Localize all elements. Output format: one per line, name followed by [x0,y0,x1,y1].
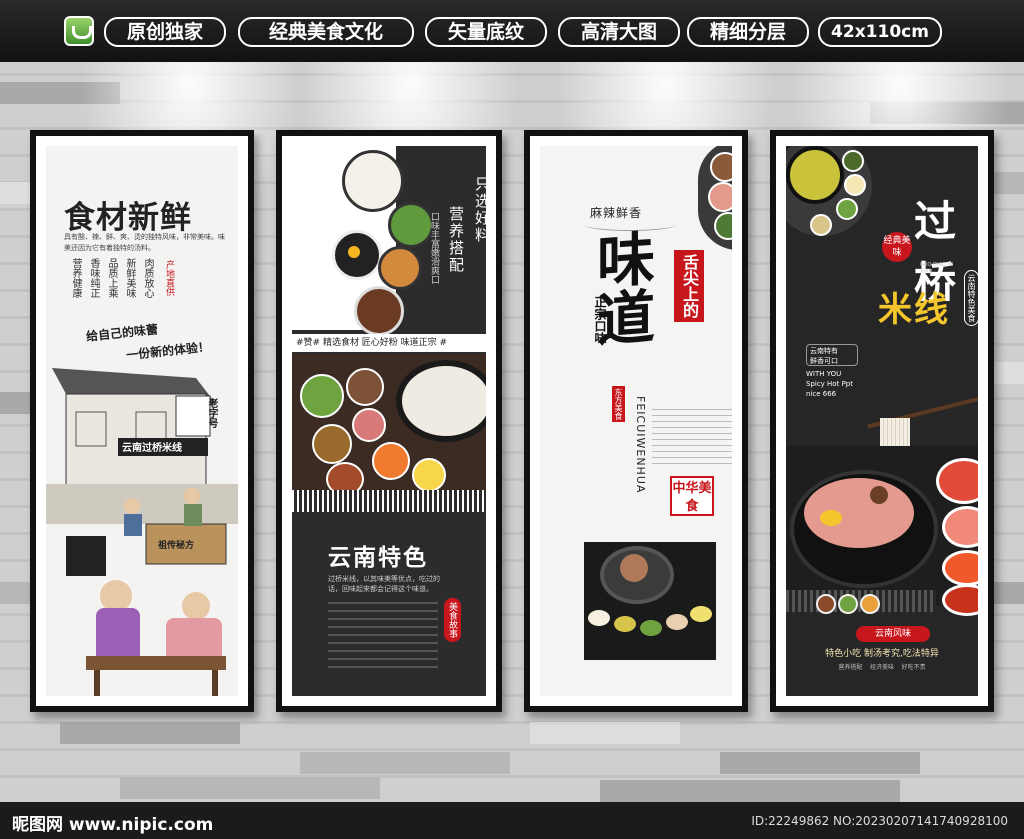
panel4-en1: WITH YOU [806,370,842,378]
panel2-v1: 只选好料 [473,176,486,244]
panel1-col: 品质上乘 [106,258,117,298]
soup-bowl [786,146,844,204]
panel4-pinyin: GUO QIAO MI XIAN [920,262,954,275]
shop-side-sign: 老字号 [206,398,217,428]
tag-original: 原创独家 [104,17,226,47]
panel3-side: 舌尖上的 [674,250,704,322]
panel2-strip: #赞# 精选食材 匠心好粉 味道正宗 # [292,334,486,352]
panel2-tag: 美食故事 [444,598,461,642]
panel1-col: 新鲜美味 [124,258,135,298]
panel3-pinyin: FEICUIWENHUA [634,396,647,494]
top-banner: 原创独家 经典美食文化 矢量底纹 高清大图 精细分层 42x110cm [0,0,1024,62]
poster-yunnan-specialty: 只选好料 营养搭配 口味丰富嫩滑爽口 #赞# 精选食材 匠心好粉 味道正宗 # … [276,130,502,712]
tag-size: 42x110cm [818,17,942,47]
panel1-title: 食材新鲜 [64,200,192,236]
panel1-stamp: 产地直供 [164,260,174,296]
poster-taste: 麻辣鲜香 味道 舌尖上的 正宗口味 东方美食 FEICUIWENHUA 中华美食 [524,130,748,712]
panel4-en3: nice 666 [806,390,837,398]
panel2-body: 过桥米线，以其味美等优点，吃过的话，回味起来都会记得这个味道。 [328,575,440,593]
panel4-badge: 经典美味 [882,232,912,262]
panel1-col: 肉质放心 [142,258,153,298]
tag-vector: 矢量底纹 [425,17,547,47]
panel3-seal: 中华美食 [670,476,714,516]
panel3-east: 东方美食 [612,386,625,422]
panel4-title2: 米线 [878,290,950,330]
tag-hd: 高清大图 [558,17,680,47]
watermark-bar: 昵图网 www.nipic.com ID:22249862 NO:2023020… [0,802,1024,839]
panel1-col: 营养健康 [70,258,81,298]
poster-fresh-ingredients: 食材新鲜 具有酸、辣、鲜、爽、烫的独特风味，非常美味。味美还因为它有着独特的汤料… [30,130,254,712]
image-id: ID:22249862 NO:20230207141740928100 [751,814,1008,828]
tag-classic-food: 经典美食文化 [238,17,414,47]
tag-layers: 精细分层 [687,17,809,47]
panel1-slogan1: 给自己的味蕾 [85,322,159,344]
panel4-en2: Spicy Hot Ppt [806,380,853,388]
pickles-bowl [378,246,422,290]
panel2-v2: 营养搭配 [447,206,465,274]
panel1-col: 香味纯正 [88,258,99,298]
panel4-tag1: 云南特有 [810,347,838,355]
panel2-v3: 口味丰富嫩滑爽口 [429,212,439,284]
panel1-desc: 具有酸、辣、鲜、爽、烫的独特风味，非常美味。味美还因为它有着独特的汤料。 [64,233,225,252]
shop-sign: 云南过桥米线 [122,443,182,454]
noodle-bowl [342,150,404,212]
panel4-footer-line: 特色小吃 制汤考究,吃法特异 [825,649,939,659]
mushroom-bowl [354,286,404,336]
nipic-logo-icon [64,16,94,46]
shop-inner-sign: 祖传秘方 [158,541,195,551]
panel4-tag2: 鲜香可口 [810,357,838,365]
site-watermark: 昵图网 www.nipic.com [12,815,214,835]
poster-crossing-bridge-noodles: 过桥 经典美味 米线 GUO QIAO MI XIAN 云南特色美食 云南特有 … [770,130,994,712]
panel4-footer-title: 云南风味 [856,626,930,642]
panel4-vert: 云南特色美食 [964,270,978,326]
panel4-footer-small: 营养搭配 经济美味 好吃不贵 [838,664,926,671]
panel3-sub: 正宗口味 [593,296,607,344]
panel2-title: 云南特色 [328,544,428,571]
